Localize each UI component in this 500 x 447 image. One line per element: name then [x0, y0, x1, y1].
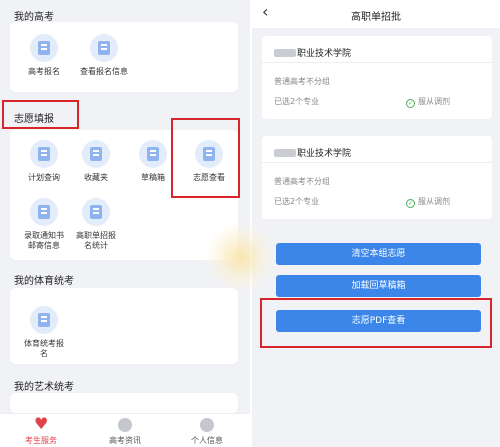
tile-label: 体育统考报名: [24, 339, 64, 358]
light-flare: [205, 222, 275, 292]
school-name-text: 职业技术学院: [297, 149, 352, 159]
tile-label: 收藏夹: [84, 173, 108, 182]
group-text: 普通高考不分组: [274, 177, 330, 186]
tile-label: 录取通知书邮寄信息: [24, 231, 64, 250]
tile-label: 查看报名信息: [80, 67, 128, 76]
page-title: 高职单招批: [351, 12, 401, 23]
pdf-button-highlight: [260, 298, 492, 348]
plan-query-icon: [30, 140, 58, 168]
chosen-majors: 已选2个专业: [274, 97, 320, 106]
school-name: 职业技术学院: [274, 146, 351, 159]
school-card-2[interactable]: 职业技术学院 普通高考不分组 已选2个专业 ✓ 服从调剂: [262, 136, 492, 219]
view-registration-icon: [90, 34, 118, 62]
chosen-majors: 已选2个专业: [274, 197, 320, 206]
bottom-nav: 考生服务 高考资讯 个人信息: [0, 413, 250, 447]
sports-registration-tile[interactable]: 体育统考报名: [14, 306, 74, 359]
art-exam-card: [10, 393, 238, 413]
nav-student-service[interactable]: 考生服务: [6, 414, 76, 446]
sports-exam-title: 我的体育统考: [14, 276, 74, 287]
vocational-stats-tile[interactable]: 高职单招报名统计: [66, 198, 126, 251]
admission-mail-tile[interactable]: 录取通知书邮寄信息: [14, 198, 74, 251]
favorites-icon: [82, 140, 110, 168]
news-icon: [118, 418, 132, 432]
my-exam-card: 高考报名 查看报名信息: [10, 22, 238, 92]
admission-mail-icon: [30, 198, 58, 226]
group-text: 普通高考不分组: [274, 77, 330, 86]
divider: [262, 62, 492, 63]
check-circle-icon: ✓: [406, 99, 415, 108]
divider: [262, 162, 492, 163]
school-name: 职业技术学院: [274, 46, 351, 59]
tile-label: 高考报名: [28, 67, 60, 76]
vocational-stats-icon: [82, 198, 110, 226]
nav-label: 考生服务: [25, 436, 57, 445]
heart-icon: [34, 414, 48, 433]
redacted-name: [274, 49, 296, 57]
obey-adjustment: ✓ 服从调剂: [406, 96, 450, 108]
art-exam-title: 我的艺术统考: [14, 382, 74, 393]
obey-label: 服从调剂: [418, 197, 450, 206]
drafts-icon: [139, 140, 167, 168]
obey-adjustment: ✓ 服从调剂: [406, 196, 450, 208]
tile-label: 高职单招报名统计: [76, 231, 116, 250]
nav-label: 个人信息: [191, 436, 223, 445]
volunteer-title-highlight: [2, 100, 79, 129]
student-service-panel: 我的高考 高考报名 查看报名信息 志愿填报 计划查询 收藏夹 草稿箱 志愿查看: [0, 0, 250, 447]
obey-label: 服从调剂: [418, 97, 450, 106]
nav-personal-info[interactable]: 个人信息: [172, 418, 242, 446]
my-exam-title: 我的高考: [14, 12, 54, 23]
clear-group-button[interactable]: 清空本组志愿: [276, 243, 481, 265]
plan-query-tile[interactable]: 计划查询: [14, 140, 74, 183]
favorites-tile[interactable]: 收藏夹: [66, 140, 126, 183]
top-bar: ‹ 高职单招批: [252, 0, 500, 28]
load-draft-button[interactable]: 加载回草稿箱: [276, 275, 481, 297]
nav-exam-news[interactable]: 高考资讯: [90, 418, 160, 446]
view-volunteer-highlight: [171, 118, 240, 198]
school-card-1[interactable]: 职业技术学院 普通高考不分组 已选2个专业 ✓ 服从调剂: [262, 36, 492, 119]
redacted-name: [274, 149, 296, 157]
vocational-batch-panel: ‹ 高职单招批 职业技术学院 普通高考不分组 已选2个专业 ✓ 服从调剂 职业技术…: [252, 0, 500, 447]
nav-label: 高考资讯: [109, 436, 141, 445]
sports-exam-card: 体育统考报名: [10, 288, 238, 364]
view-registration-tile[interactable]: 查看报名信息: [74, 34, 134, 77]
user-icon: [200, 418, 214, 432]
sports-registration-icon: [30, 306, 58, 334]
check-circle-icon: ✓: [406, 199, 415, 208]
exam-registration-tile[interactable]: 高考报名: [14, 34, 74, 77]
tile-label: 计划查询: [28, 173, 60, 182]
school-name-text: 职业技术学院: [297, 49, 352, 59]
exam-registration-icon: [30, 34, 58, 62]
